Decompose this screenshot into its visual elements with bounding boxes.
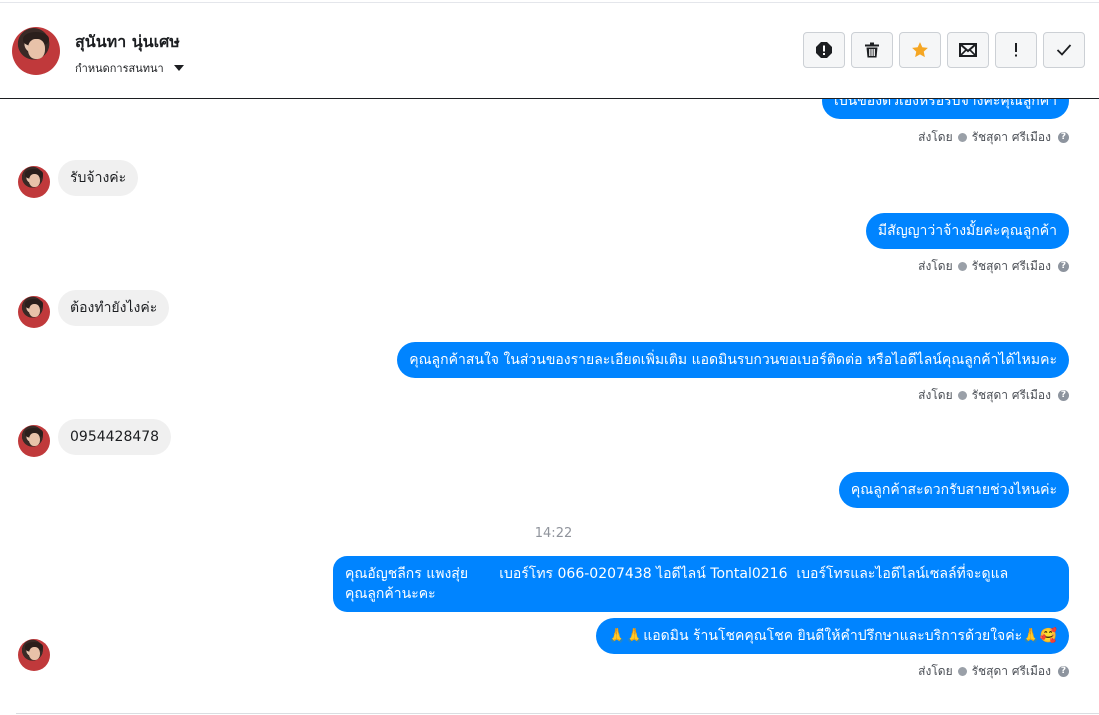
sent-by-agent[interactable]: รัชสุดา ศรีเมือง bbox=[972, 128, 1051, 147]
star-icon bbox=[912, 42, 928, 58]
contact-avatar-small[interactable] bbox=[18, 166, 50, 198]
outgoing-message[interactable]: คุณอัญชลีกร แพงสุ่ย เบอร์โทร 066-0207438… bbox=[333, 556, 1069, 612]
envelope-icon bbox=[959, 43, 977, 57]
outgoing-message[interactable]: เป็นของตัวเองหรือรับจ้างค่ะคุณลูกค้า bbox=[821, 98, 1069, 119]
help-icon[interactable]: ? bbox=[1058, 666, 1069, 677]
mark-done-button[interactable] bbox=[1043, 32, 1085, 68]
sent-by-prefix: ส่งโดย bbox=[918, 259, 953, 273]
outgoing-message[interactable]: คุณลูกค้าสนใจ ในส่วนของรายละเอียดเพิ่มเต… bbox=[397, 342, 1069, 378]
assign-conversation-label: กำหนดการสนทนา bbox=[75, 62, 164, 75]
outgoing-message[interactable]: คุณลูกค้าสะดวกรับสายช่วงไหนค่ะ bbox=[838, 472, 1069, 508]
sent-by-prefix: ส่งโดย bbox=[918, 388, 953, 402]
sent-by-agent[interactable]: รัชสุดา ศรีเมือง bbox=[972, 662, 1051, 681]
incoming-message[interactable]: 0954428478 bbox=[58, 419, 172, 455]
incoming-message[interactable]: รับจ้างค่ะ bbox=[58, 160, 139, 196]
report-spam-icon bbox=[816, 42, 832, 58]
delete-button[interactable] bbox=[851, 32, 893, 68]
sent-by-label: ส่งโดย รัชสุดา ศรีเมือง ? bbox=[918, 662, 1069, 681]
contact-avatar-small[interactable] bbox=[18, 296, 50, 328]
report-button[interactable] bbox=[803, 32, 845, 68]
seen-receipt-avatar bbox=[18, 639, 50, 671]
agent-status-icon bbox=[957, 262, 967, 271]
agent-status-icon bbox=[957, 391, 967, 400]
sent-by-prefix: ส่งโดย bbox=[918, 664, 953, 678]
help-icon[interactable]: ? bbox=[1058, 261, 1069, 272]
message-thread[interactable]: เป็นของตัวเองหรือรับจ้างค่ะคุณลูกค้า ส่ง… bbox=[0, 98, 1099, 713]
agent-status-icon bbox=[957, 667, 967, 676]
sent-by-agent[interactable]: รัชสุดา ศรีเมือง bbox=[972, 386, 1051, 405]
agent-status-icon bbox=[957, 133, 967, 142]
message-line: คุณลูกค้านะคะ bbox=[345, 586, 436, 602]
help-icon[interactable]: ? bbox=[1058, 132, 1069, 143]
contact-avatar-small[interactable] bbox=[18, 425, 50, 457]
assign-conversation-dropdown[interactable]: กำหนดการสนทนา bbox=[75, 59, 184, 77]
composer-divider bbox=[16, 713, 1099, 714]
message-line: คุณอัญชลีกร แพงสุ่ย เบอร์โทร 066-0207438… bbox=[345, 566, 1009, 582]
mark-unread-button[interactable] bbox=[947, 32, 989, 68]
contact-name[interactable]: สุนันทา นุ่นเศษ bbox=[75, 30, 180, 55]
sent-by-agent[interactable]: รัชสุดา ศรีเมือง bbox=[972, 257, 1051, 276]
help-icon[interactable]: ? bbox=[1058, 390, 1069, 401]
caret-down-icon bbox=[173, 65, 184, 71]
trash-icon bbox=[865, 42, 879, 58]
star-button[interactable] bbox=[899, 32, 941, 68]
sent-by-prefix: ส่งโดย bbox=[918, 130, 953, 144]
outgoing-message[interactable]: 🙏🙏แอดมิน ร้านโชคคุณโชค ยินดีให้คำปรึกษาแ… bbox=[596, 618, 1069, 654]
exclamation-icon bbox=[1015, 43, 1017, 57]
checkmark-icon bbox=[1056, 44, 1072, 56]
sent-by-label: ส่งโดย รัชสุดา ศรีเมือง ? bbox=[918, 386, 1069, 405]
sent-by-label: ส่งโดย รัชสุดา ศรีเมือง ? bbox=[918, 128, 1069, 147]
incoming-message[interactable]: ต้องทำยังไงค่ะ bbox=[58, 290, 170, 326]
sent-by-label: ส่งโดย รัชสุดา ศรีเมือง ? bbox=[918, 257, 1069, 276]
contact-avatar[interactable] bbox=[12, 27, 60, 75]
message-timestamp: 14:22 bbox=[534, 526, 573, 541]
outgoing-message[interactable]: มีสัญญาว่าจ้างมั้ยค่ะคุณลูกค้า bbox=[865, 213, 1069, 249]
conversation-header: สุนันทา นุ่นเศษ กำหนดการสนทนา bbox=[0, 3, 1099, 99]
follow-up-button[interactable] bbox=[995, 32, 1037, 68]
conversation-actions bbox=[803, 32, 1085, 68]
